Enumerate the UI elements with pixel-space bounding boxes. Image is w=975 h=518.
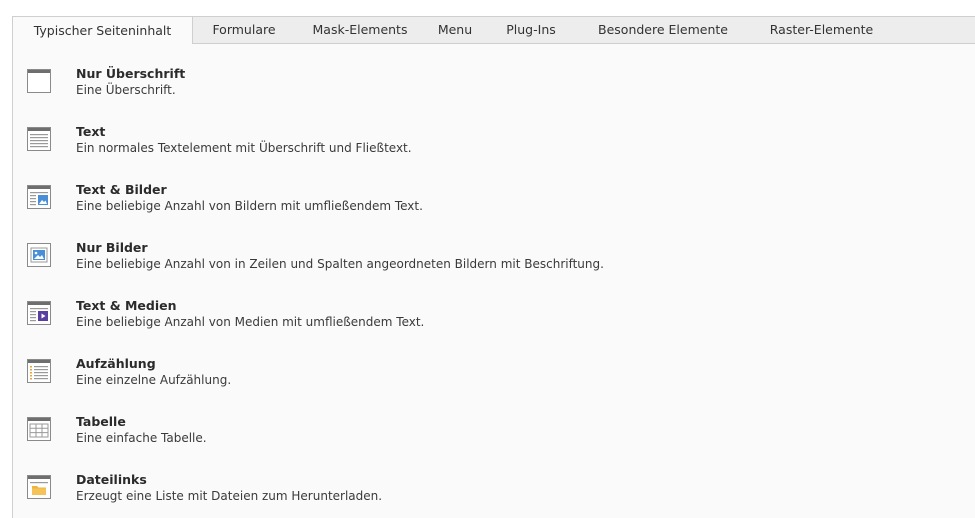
element-title: Text — [76, 124, 106, 139]
element-title: Aufzählung — [76, 356, 156, 371]
header-only-icon — [27, 69, 51, 93]
element-description: Eine Überschrift. — [76, 83, 176, 97]
element-title: Dateilinks — [76, 472, 147, 487]
element-title: Text & Bilder — [76, 182, 167, 197]
element-description: Erzeugt eine Liste mit Dateien zum Herun… — [76, 489, 383, 503]
element-description: Eine einzelne Aufzählung. — [76, 373, 232, 387]
text-icon — [27, 127, 51, 151]
tab-formulare[interactable]: Formulare — [193, 16, 295, 44]
element-text-media[interactable]: Text & Medien Eine beliebige Anzahl von … — [13, 298, 813, 344]
element-text[interactable]: Text Ein normales Textelement mit Übersc… — [13, 124, 813, 170]
tab-content: Nur Überschrift Eine Überschrift. Text E… — [12, 44, 975, 518]
element-bullet-list[interactable]: Aufzählung Eine einzelne Aufzählung. — [13, 356, 813, 402]
element-description: Ein normales Textelement mit Überschrift… — [76, 141, 412, 155]
element-description: Eine beliebige Anzahl von Bildern mit um… — [76, 199, 423, 213]
element-images-only[interactable]: Nur Bilder Eine beliebige Anzahl von in … — [13, 240, 813, 286]
tab-typischer-seiteninhalt[interactable]: Typischer Seiteninhalt — [12, 16, 193, 45]
element-description: Eine beliebige Anzahl von in Zeilen und … — [76, 257, 604, 271]
element-description: Eine beliebige Anzahl von Medien mit umf… — [76, 315, 425, 329]
bullet-list-icon — [27, 359, 51, 383]
element-table[interactable]: Tabelle Eine einfache Tabelle. — [13, 414, 813, 460]
element-title: Tabelle — [76, 414, 126, 429]
content-element-wizard: Typischer Seiteninhalt Formulare Mask-El… — [12, 16, 975, 518]
table-icon — [27, 417, 51, 441]
image-icon — [27, 243, 51, 267]
tab-bar: Typischer Seiteninhalt Formulare Mask-El… — [12, 16, 975, 45]
tab-plug-ins[interactable]: Plug-Ins — [485, 16, 577, 44]
text-media-icon — [27, 301, 51, 325]
tab-menu[interactable]: Menu — [425, 16, 485, 44]
text-image-icon — [27, 185, 51, 209]
element-title: Nur Überschrift — [76, 66, 186, 81]
element-title: Nur Bilder — [76, 240, 148, 255]
element-text-images[interactable]: Text & Bilder Eine beliebige Anzahl von … — [13, 182, 813, 228]
tab-raster-elemente[interactable]: Raster-Elemente — [749, 16, 894, 44]
file-links-icon — [27, 475, 51, 499]
element-file-links[interactable]: Dateilinks Erzeugt eine Liste mit Dateie… — [13, 472, 813, 518]
element-header-only[interactable]: Nur Überschrift Eine Überschrift. — [13, 66, 813, 112]
element-description: Eine einfache Tabelle. — [76, 431, 207, 445]
tab-mask-elements[interactable]: Mask-Elements — [295, 16, 425, 44]
element-title: Text & Medien — [76, 298, 177, 313]
tab-besondere-elemente[interactable]: Besondere Elemente — [577, 16, 749, 44]
